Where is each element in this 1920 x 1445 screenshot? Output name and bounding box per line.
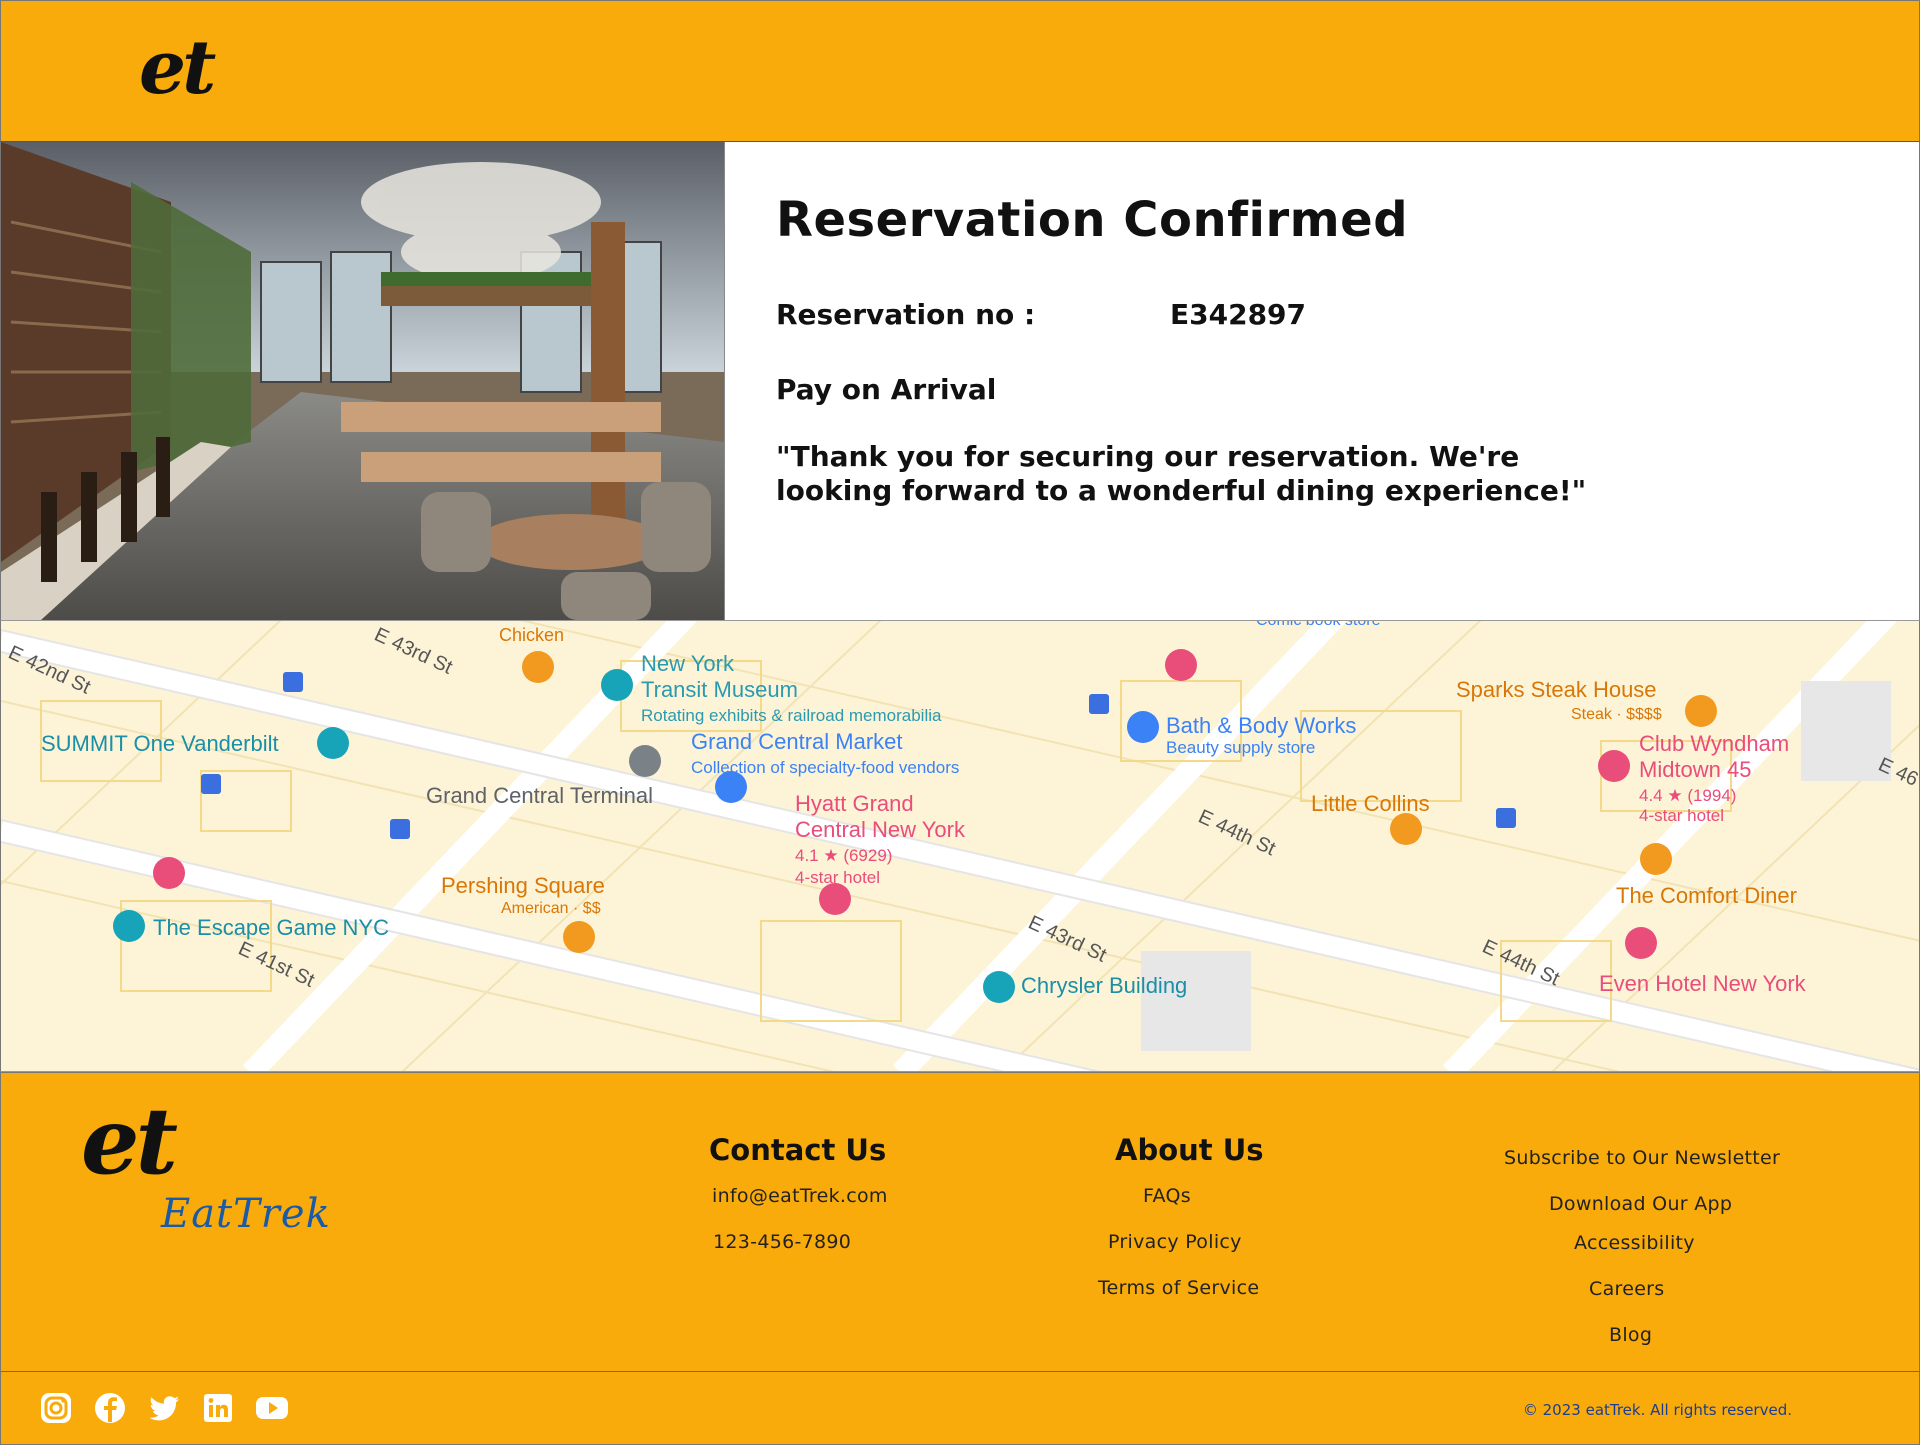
map-place-label[interactable]: Grand Central Terminal [426, 783, 653, 808]
map-place-label[interactable]: Transit Museum [641, 677, 798, 702]
contact-phone-link[interactable]: 123-456-7890 [713, 1231, 851, 1253]
map-place-label[interactable]: Central New York [795, 817, 966, 842]
youtube-icon[interactable] [255, 1391, 289, 1425]
map-place-label[interactable]: Club Wyndham [1639, 731, 1789, 756]
social-links [39, 1391, 289, 1425]
accessibility-link[interactable]: Accessibility [1574, 1232, 1695, 1254]
restaurant-photo [1, 142, 725, 620]
map-place-label[interactable]: Chrysler Building [1021, 973, 1187, 998]
newsletter-link[interactable]: Subscribe to Our Newsletter [1504, 1147, 1780, 1169]
map-place-sub: 4-star hotel [1639, 806, 1724, 825]
footer-divider [1, 1371, 1920, 1372]
footer-brand-name: EatTrek [161, 1191, 331, 1237]
instagram-icon[interactable] [39, 1391, 73, 1425]
twitter-icon[interactable] [147, 1391, 181, 1425]
map-place-label[interactable]: Sparks Steak House [1456, 677, 1657, 702]
linkedin-icon[interactable] [201, 1391, 235, 1425]
download-app-link[interactable]: Download Our App [1549, 1193, 1732, 1215]
map-place-label[interactable]: The Escape Game NYC [153, 915, 389, 940]
copyright-text: © 2023 eatTrek. All rights reserved. [1522, 1401, 1792, 1419]
map-place-label[interactable]: Midtown 45 [1639, 757, 1752, 782]
map-place-label[interactable]: Hyatt Grand [795, 791, 914, 816]
reservation-number-value: E342897 [1170, 298, 1307, 331]
about-us-heading: About Us [1115, 1133, 1264, 1167]
map-place-label[interactable]: SUMMIT One Vanderbilt [41, 731, 279, 756]
site-footer: et EatTrek Contact Us info@eatTrek.com 1… [0, 1072, 1920, 1445]
map-place-label[interactable]: Grand Central Market [691, 729, 903, 754]
map-place-label[interactable]: Comic book store [1256, 621, 1381, 629]
privacy-policy-link[interactable]: Privacy Policy [1108, 1231, 1242, 1253]
location-map[interactable]: E 43rd St E 42nd St E 44th St E 43rd St … [0, 620, 1920, 1072]
confirmation-panel: Reservation Confirmed Reservation no : E… [776, 192, 1876, 508]
map-place-label[interactable]: Little Collins [1311, 791, 1430, 816]
map-place-sub: Steak · $$$$ [1571, 706, 1662, 723]
map-place-sub: 4.1 ★ (6929) [795, 846, 892, 865]
facebook-icon[interactable] [93, 1391, 127, 1425]
reservation-number-row: Reservation no : E342897 [776, 298, 1876, 331]
map-place-sub: Beauty supply store [1166, 738, 1315, 757]
map-place-sub: 4-star hotel [795, 868, 880, 887]
header-logo[interactable]: et [139, 31, 216, 105]
map-place-label[interactable]: The Comfort Diner [1616, 883, 1797, 908]
map-place-label[interactable]: Pershing Square [441, 873, 605, 898]
map-place-label[interactable]: Chicken [499, 625, 564, 645]
map-place-sub: American · $$ [501, 900, 601, 917]
careers-link[interactable]: Careers [1589, 1278, 1665, 1300]
footer-logo[interactable]: et [81, 1095, 178, 1187]
map-place-sub: Rotating exhibits & railroad memorabilia [641, 706, 942, 725]
map-place-label[interactable]: Even Hotel New York [1599, 971, 1807, 996]
payment-method: Pay on Arrival [776, 373, 997, 406]
site-header: et [0, 0, 1920, 142]
confirmation-title: Reservation Confirmed [776, 192, 1409, 248]
map-place-label[interactable]: New York [641, 651, 735, 676]
reservation-hero: Reservation Confirmed Reservation no : E… [0, 142, 1920, 620]
blog-link[interactable]: Blog [1609, 1324, 1652, 1346]
faqs-link[interactable]: FAQs [1143, 1185, 1191, 1207]
map-place-sub: Collection of specialty-food vendors [691, 758, 959, 777]
map-place-label[interactable]: Bath & Body Works [1166, 713, 1356, 738]
thank-you-message: "Thank you for securing our reservation.… [776, 440, 1587, 507]
terms-of-service-link[interactable]: Terms of Service [1098, 1277, 1259, 1299]
contact-us-heading: Contact Us [709, 1133, 887, 1167]
map-place-sub: 4.4 ★ (1994) [1639, 786, 1736, 805]
reservation-number-label: Reservation no : [776, 298, 1036, 331]
contact-email-link[interactable]: info@eatTrek.com [712, 1185, 888, 1207]
